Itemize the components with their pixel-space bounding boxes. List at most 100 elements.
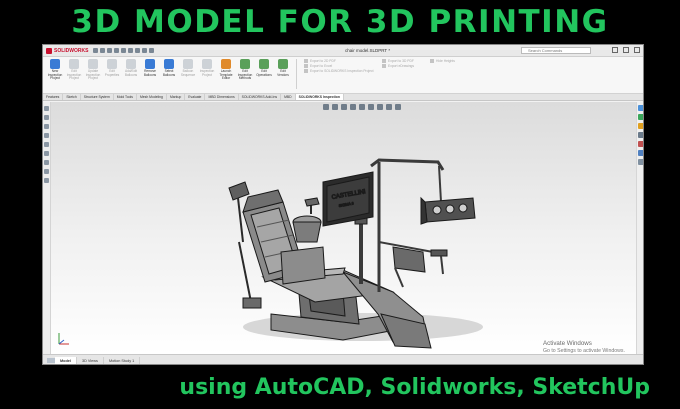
appearances-icon[interactable] xyxy=(638,141,643,147)
export-right-list: Export to 3D PDF Export eDrawings xyxy=(382,59,426,68)
template-editor-icon xyxy=(221,59,231,69)
solidworks-logo[interactable]: SOLIDWORKS xyxy=(43,47,89,54)
home-icon[interactable] xyxy=(93,48,98,53)
open-icon[interactable] xyxy=(107,48,112,53)
select-balloons-icon xyxy=(164,59,174,69)
export-excel-button[interactable]: Export to Excel xyxy=(304,64,378,68)
axis-triad-icon xyxy=(58,333,69,345)
edit-operations-icon xyxy=(259,59,269,69)
graphics-area[interactable]: CASTELLINI SKEMA 6 Activate Windows Go t… xyxy=(43,102,644,354)
edit-project-icon xyxy=(69,59,79,69)
undo-icon[interactable] xyxy=(128,48,133,53)
bottom-model-tabs: Model 3D Views Motion Study 1 xyxy=(43,354,643,364)
command-label: Edit Inspection Methods xyxy=(237,69,253,81)
command-button-9[interactable]: Launch Template Editor xyxy=(217,59,235,81)
extra-list: Hide Heights xyxy=(430,59,470,63)
export-2d-pdf-button[interactable]: Export to 2D PDF xyxy=(304,59,378,63)
tab-markup[interactable]: Markup xyxy=(167,94,186,100)
tab-mold-tools[interactable]: Mold Tools xyxy=(114,94,137,100)
new-document-icon[interactable] xyxy=(100,48,105,53)
command-button-10[interactable]: Edit Inspection Methods xyxy=(236,59,254,81)
command-buttons: New Inspection Project Edit Inspection Pr… xyxy=(46,59,293,81)
export-left-list: Export to 2D PDF Export to Excel Export … xyxy=(304,59,378,73)
monitor-assembly: CASTELLINI SKEMA 6 xyxy=(322,171,374,284)
title-bar: SOLIDWORKS chair model.SLDPRT * Search C… xyxy=(43,45,643,57)
dental-chair-model[interactable]: CASTELLINI SKEMA 6 xyxy=(43,102,644,354)
command-label: Edit Vendors xyxy=(277,69,289,77)
inspection-project-icon xyxy=(202,59,212,69)
command-label: Edit Properties xyxy=(104,69,120,77)
command-button-12[interactable]: Edit Vendors xyxy=(274,59,292,81)
command-manager: New Inspection Project Edit Inspection Pr… xyxy=(43,57,643,94)
update-project-icon xyxy=(88,59,98,69)
command-label: Update Inspection Project xyxy=(85,69,101,81)
command-button-2[interactable]: Update Inspection Project xyxy=(84,59,102,81)
tab-structure-system[interactable]: Structure System xyxy=(81,94,114,100)
minimize-icon[interactable] xyxy=(612,47,618,53)
command-button-3[interactable]: Edit Properties xyxy=(103,59,121,81)
edit-vendors-icon xyxy=(278,59,288,69)
command-label: Balloon Sequence xyxy=(180,69,196,77)
tab-solidworks-addins[interactable]: SOLIDWORKS Add-Ins xyxy=(239,94,282,100)
tab-model[interactable]: Model xyxy=(55,356,77,364)
command-label: Remove Balloons xyxy=(143,69,157,77)
command-label: Edit Inspection Project xyxy=(66,69,82,81)
instrument-arm xyxy=(378,241,448,288)
remove-balloons-icon xyxy=(145,59,155,69)
close-icon[interactable] xyxy=(634,47,640,53)
command-label: Inspection Project xyxy=(199,69,215,77)
command-button-8[interactable]: Inspection Project xyxy=(198,59,216,81)
activate-windows-watermark: Activate Windows Go to Settings to activ… xyxy=(543,340,625,354)
command-button-0[interactable]: New Inspection Project xyxy=(46,59,64,81)
command-tabs: Features Sketch Structure System Mold To… xyxy=(43,94,643,101)
maximize-icon[interactable] xyxy=(623,47,629,53)
hide-heights-button[interactable]: Hide Heights xyxy=(430,59,470,63)
tab-motion-study[interactable]: Motion Study 1 xyxy=(104,356,141,364)
save-icon[interactable] xyxy=(114,48,119,53)
options-icon[interactable] xyxy=(149,48,154,53)
task-pane-strip xyxy=(636,102,643,354)
file-explorer-icon[interactable] xyxy=(638,123,643,129)
tab-evaluate[interactable]: Evaluate xyxy=(185,94,206,100)
window-controls xyxy=(612,47,640,53)
search-commands-input[interactable]: Search Commands xyxy=(521,47,591,54)
view-palette-icon[interactable] xyxy=(638,132,643,138)
tab-3d-views[interactable]: 3D Views xyxy=(77,356,104,364)
export-edrawings-button[interactable]: Export eDrawings xyxy=(382,64,426,68)
command-label: Edit Operations xyxy=(256,69,272,77)
tab-mbd-dimensions[interactable]: MBD Dimensions xyxy=(205,94,239,100)
scroll-arrows-icon[interactable] xyxy=(47,358,55,363)
command-button-7[interactable]: Balloon Sequence xyxy=(179,59,197,81)
design-library-icon[interactable] xyxy=(638,114,643,120)
solidworks-logo-icon xyxy=(46,47,52,54)
command-label: Select Balloons xyxy=(162,69,176,77)
tab-solidworks-inspection[interactable]: SOLIDWORKS Inspection xyxy=(295,94,344,100)
forum-icon[interactable] xyxy=(638,159,643,165)
headline-title: 3D MODEL FOR 3D PRINTING xyxy=(71,4,609,40)
command-button-6[interactable]: Select Balloons xyxy=(160,59,178,81)
solidworks-window: SOLIDWORKS chair model.SLDPRT * Search C… xyxy=(42,44,644,365)
brand-label: SOLIDWORKS xyxy=(54,47,89,54)
command-button-11[interactable]: Edit Operations xyxy=(255,59,273,81)
new-project-icon xyxy=(50,59,60,69)
resources-icon[interactable] xyxy=(638,105,643,111)
tab-features[interactable]: Features xyxy=(43,94,64,100)
export-inspection-project-button[interactable]: Export to SOLIDWORKS Inspection Project xyxy=(304,69,378,73)
export-3d-pdf-button[interactable]: Export to 3D PDF xyxy=(382,59,426,63)
command-button-4[interactable]: Add/Edit Balloons xyxy=(122,59,140,81)
tab-mbd[interactable]: MBD xyxy=(281,94,296,100)
command-button-1[interactable]: Edit Inspection Project xyxy=(65,59,83,81)
command-button-5[interactable]: Remove Balloons xyxy=(141,59,159,81)
tab-sketch[interactable]: Sketch xyxy=(63,94,81,100)
balloon-sequence-icon xyxy=(183,59,193,69)
print-icon[interactable] xyxy=(121,48,126,53)
select-icon[interactable] xyxy=(135,48,140,53)
tab-mesh-modeling[interactable]: Mesh Modeling xyxy=(137,94,167,100)
custom-properties-icon[interactable] xyxy=(638,150,643,156)
toolbar-separator xyxy=(296,59,297,89)
properties-icon xyxy=(107,59,117,69)
rebuild-icon[interactable] xyxy=(142,48,147,53)
quick-access-toolbar xyxy=(93,48,154,53)
inspection-methods-icon xyxy=(240,59,250,69)
footline-subtitle: using AutoCAD, Solidworks, SketchUp xyxy=(179,374,650,400)
